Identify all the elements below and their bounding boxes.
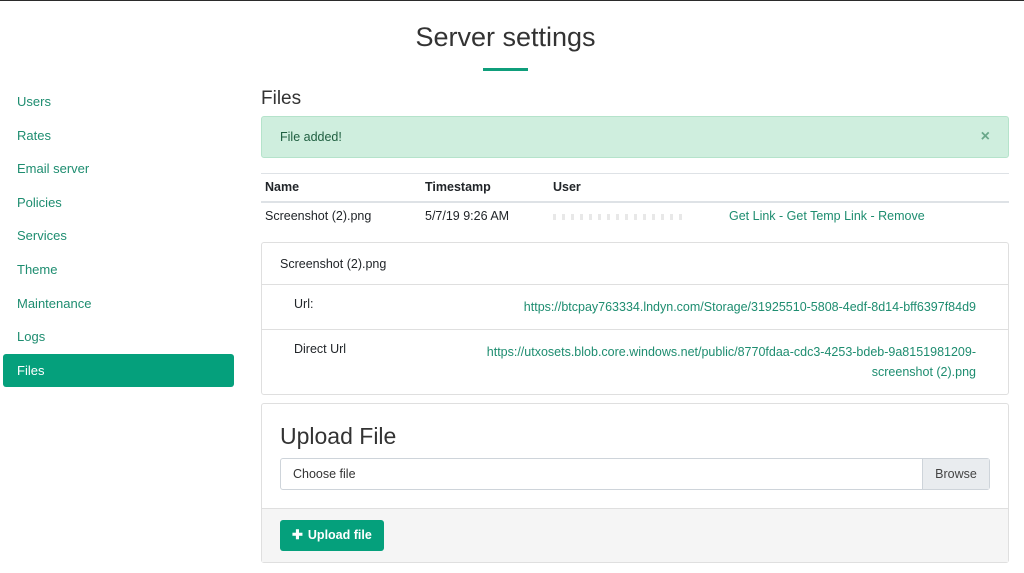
- direct-url-label: Direct Url: [294, 341, 347, 356]
- file-input[interactable]: Choose file Browse: [280, 457, 990, 490]
- sidebar-item-policies[interactable]: Policies: [3, 186, 234, 220]
- page-title: Server settings: [415, 22, 596, 52]
- file-details-card: Screenshot (2).png Url: https://btcpay76…: [261, 241, 1009, 395]
- header-actions: [725, 173, 1009, 203]
- title-underline: [483, 68, 528, 71]
- sidebar-nav: Users Rates Email server Policies Servic…: [3, 85, 234, 388]
- sidebar-item-email-server[interactable]: Email server: [3, 152, 234, 186]
- table-header-row: Name Timestamp User: [261, 173, 1009, 203]
- sidebar-item-files[interactable]: Files: [3, 353, 234, 388]
- actions-cell: Get Link - Get Temp Link - Remove: [725, 202, 1009, 230]
- sidebar-item-users[interactable]: Users: [3, 85, 234, 119]
- files-table: Name Timestamp User Screenshot (2).png 5…: [261, 173, 1009, 230]
- browse-button[interactable]: Browse: [922, 458, 989, 489]
- url-label: Url:: [294, 296, 314, 311]
- upload-footer: ✚ Upload file: [262, 507, 1008, 562]
- action-separator: -: [867, 209, 879, 223]
- sidebar-item-maintenance[interactable]: Maintenance: [3, 287, 234, 321]
- direct-url-link[interactable]: https://utxosets.blob.core.windows.net/p…: [446, 342, 976, 382]
- success-alert: File added! ×: [261, 116, 1009, 158]
- get-temp-link[interactable]: Get Temp Link: [787, 209, 867, 223]
- sidebar-item-logs[interactable]: Logs: [3, 320, 234, 354]
- section-title: Files: [261, 88, 302, 109]
- upload-card: Upload File Choose file Browse ✚ Upload …: [261, 402, 1009, 563]
- sidebar-item-rates[interactable]: Rates: [3, 119, 234, 153]
- detail-row-url: Url: https://btcpay763334.lndyn.com/Stor…: [262, 285, 1008, 330]
- file-name-cell: Screenshot (2).png: [265, 209, 372, 223]
- close-icon[interactable]: ×: [981, 117, 990, 157]
- header-name: Name: [261, 173, 421, 203]
- alert-message: File added!: [280, 130, 342, 144]
- top-border: [0, 0, 1024, 1]
- action-separator: -: [775, 209, 787, 223]
- remove-link[interactable]: Remove: [878, 209, 925, 223]
- details-file-name: Screenshot (2).png: [262, 243, 1008, 285]
- choose-file-text[interactable]: Choose file: [281, 459, 922, 489]
- sidebar-item-theme[interactable]: Theme: [3, 253, 234, 287]
- header-timestamp: Timestamp: [421, 173, 549, 203]
- detail-row-direct-url: Direct Url https://utxosets.blob.core.wi…: [262, 330, 1008, 394]
- upload-body: Upload File Choose file Browse: [262, 404, 1008, 508]
- timestamp-cell: 5/7/19 9:26 AM: [425, 209, 510, 223]
- redacted-user: [553, 213, 683, 220]
- table-row: Screenshot (2).png 5/7/19 9:26 AM Get Li…: [261, 202, 1009, 230]
- plus-icon: ✚: [292, 527, 303, 542]
- header-user: User: [549, 173, 725, 203]
- upload-button-label: Upload file: [307, 528, 372, 542]
- upload-title: Upload File: [280, 422, 397, 449]
- get-link[interactable]: Get Link: [729, 209, 776, 223]
- sidebar-item-services[interactable]: Services: [3, 219, 234, 253]
- user-cell: [549, 202, 725, 230]
- main-content: Files File added! × Name Timestamp User …: [261, 86, 1009, 563]
- url-link[interactable]: https://btcpay763334.lndyn.com/Storage/3…: [524, 297, 976, 317]
- upload-file-button[interactable]: ✚ Upload file: [280, 519, 384, 551]
